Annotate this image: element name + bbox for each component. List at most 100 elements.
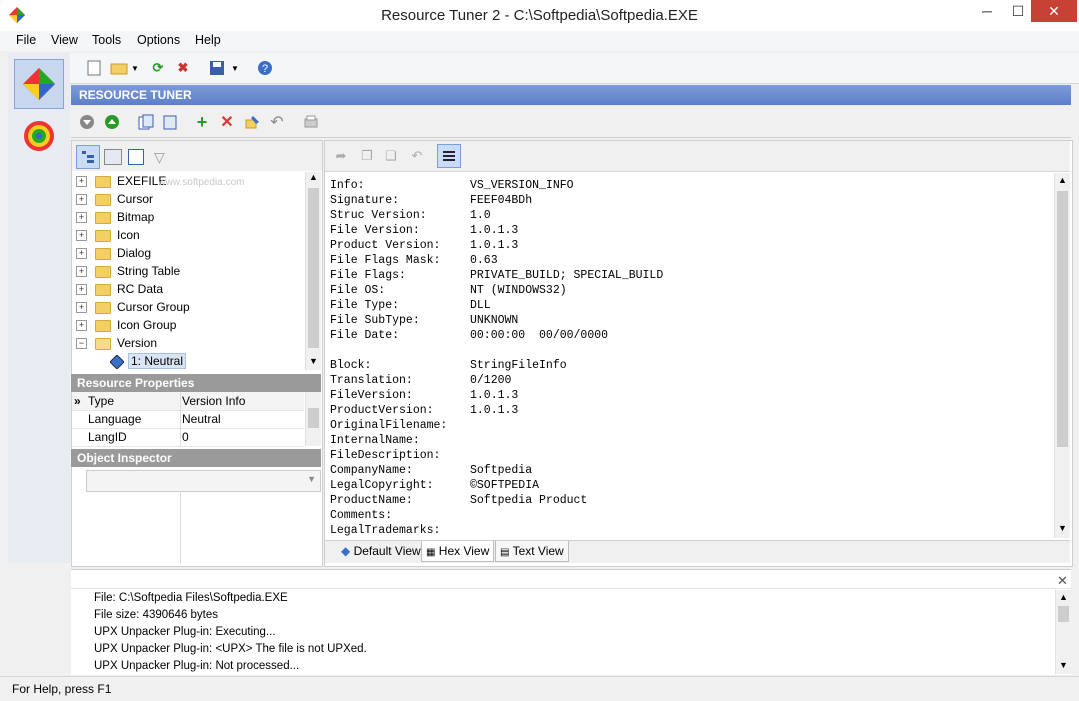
expand-icon[interactable]: + [76,176,87,188]
version-info-value: Softpedia [470,464,533,477]
tree-item-dialog[interactable]: + Dialog [76,244,151,262]
scroll-thumb[interactable] [1057,191,1068,447]
revert-icon[interactable]: ↶ [407,146,427,166]
tree-item-version[interactable]: − Version [76,334,157,352]
scroll-up-arrow-icon[interactable]: ▲ [1058,175,1067,185]
log-line: UPX Unpacker Plug-in: Executing... [94,626,276,638]
scroll-down-arrow-icon[interactable]: ▼ [1058,523,1067,533]
version-info-row: CompanyName: Softpedia [330,463,1050,478]
tree-item-label: Icon [117,228,140,242]
tree-item-bitmap[interactable]: + Bitmap [76,208,154,226]
save-dropdown-arrow-icon[interactable]: ▼ [230,58,240,78]
tree-item-string-table[interactable]: + String Table [76,262,180,280]
tab-text-view[interactable]: ▤ Text View [495,541,569,562]
image-view-icon[interactable] [104,149,122,165]
scroll-thumb[interactable] [308,408,319,428]
object-inspector-dropdown[interactable]: ▼ [86,470,321,492]
expand-icon[interactable]: + [76,320,87,332]
version-info-key: ProductName: [330,494,413,507]
folder-icon [95,301,111,314]
move-up-icon[interactable] [102,112,122,132]
text-format-icon[interactable] [437,144,461,168]
tree-item-exefile[interactable]: + EXEFILEwww.softpedia.com [76,172,245,190]
export-resource-icon[interactable]: ➦ [331,146,351,166]
version-info-value: 0.63 [470,254,498,267]
refresh-icon[interactable]: ⟳ [148,58,168,78]
expand-icon[interactable]: + [76,194,87,206]
log-scrollbar[interactable]: ▲ ▼ [1055,590,1071,674]
add-icon[interactable]: + [192,112,212,132]
menu-help[interactable]: Help [195,33,221,47]
minimize-button[interactable]: ─ [971,0,1003,22]
collapse-icon[interactable]: − [76,338,87,350]
scroll-thumb[interactable] [1058,606,1069,622]
expand-icon[interactable]: + [76,266,87,278]
open-folder-icon [95,337,111,350]
scanner-module-button[interactable] [22,119,56,153]
expand-icon[interactable]: + [76,230,87,242]
move-down-icon[interactable] [77,112,97,132]
resource-tuner-module-button[interactable] [14,59,64,109]
close-log-icon[interactable]: ✕ [1057,573,1068,589]
scroll-down-arrow-icon[interactable]: ▼ [309,356,318,366]
print-icon[interactable] [301,112,321,132]
property-row-type[interactable]: » Type Version Info [72,392,304,411]
expand-icon[interactable]: + [76,302,87,314]
paste-resource-icon[interactable]: ❏ [381,146,401,166]
maximize-button[interactable]: ☐ [1002,0,1034,22]
tree-item-cursor[interactable]: + Cursor [76,190,153,208]
tree-scrollbar[interactable]: ▲ ▼ [305,172,321,370]
menu-file[interactable]: File [16,33,36,47]
expand-icon[interactable]: + [76,212,87,224]
delete-icon[interactable]: ✕ [217,112,237,132]
tree-view-icon[interactable] [76,145,100,169]
edit-resource-icon[interactable] [242,112,262,132]
copy-icon[interactable] [136,112,156,132]
menu-tools[interactable]: Tools [92,33,121,47]
version-info-scrollbar[interactable]: ▲ ▼ [1054,173,1070,538]
version-info-key: InternalName: [330,434,420,447]
scroll-up-arrow-icon[interactable]: ▲ [309,172,318,182]
tree-item-rc-data[interactable]: + RC Data [76,280,163,298]
tree-toolbar: ▽ [72,141,322,171]
module-bar [8,53,70,563]
tree-item-cursor-group[interactable]: + Cursor Group [76,298,190,316]
tab-default-view[interactable]: ◆ Default View [337,541,425,561]
version-info-row: File OS: NT (WINDOWS32) [330,283,1050,298]
dropdown-arrow-icon[interactable]: ▼ [307,474,316,484]
open-dropdown-arrow-icon[interactable]: ▼ [130,58,140,78]
open-folder-icon[interactable] [109,58,129,78]
property-row-langid[interactable]: LangID 0 [72,428,304,447]
version-info-text: Info: VS_VERSION_INFO Signature: FEEF04BDh S… [330,178,1050,538]
filter-icon[interactable]: ▽ [154,149,165,166]
paste-icon[interactable] [160,112,180,132]
expand-icon[interactable]: + [76,248,87,260]
version-info-value: UNKNOWN [470,314,519,327]
close-file-icon[interactable]: ✖ [173,58,193,78]
log-line: UPX Unpacker Plug-in: <UPX> The file is … [94,643,367,655]
export-icon[interactable] [128,149,144,165]
expand-icon[interactable]: + [76,284,87,296]
property-row-language[interactable]: Language Neutral [72,410,304,429]
scroll-thumb[interactable] [308,188,319,348]
copy-resource-icon[interactable]: ❐ [357,146,377,166]
tree-item-icon[interactable]: + Icon [76,226,140,244]
version-info-key: Translation: [330,374,413,387]
new-file-icon[interactable] [84,58,104,78]
menu-options[interactable]: Options [137,33,180,47]
version-info-key: Block: [330,359,372,372]
tab-hex-view[interactable]: ▦ Hex View [421,541,495,562]
properties-scrollbar[interactable] [305,392,321,446]
scroll-down-arrow-icon[interactable]: ▼ [1059,660,1068,670]
undo-icon[interactable]: ↶ [267,112,287,132]
tree-item-icon-group[interactable]: + Icon Group [76,316,176,334]
property-value: Version Info [182,394,246,408]
close-button[interactable]: ✕ [1031,0,1077,22]
menu-view[interactable]: View [51,33,78,47]
tree-item-version-neutral[interactable]: 1: Neutral [109,352,187,370]
scroll-up-arrow-icon[interactable]: ▲ [1059,592,1068,602]
version-info-value: 0/1200 [470,374,512,387]
help-icon[interactable]: ? [255,58,275,78]
tree-item-label: Dialog [117,246,152,260]
save-icon[interactable] [207,58,227,78]
